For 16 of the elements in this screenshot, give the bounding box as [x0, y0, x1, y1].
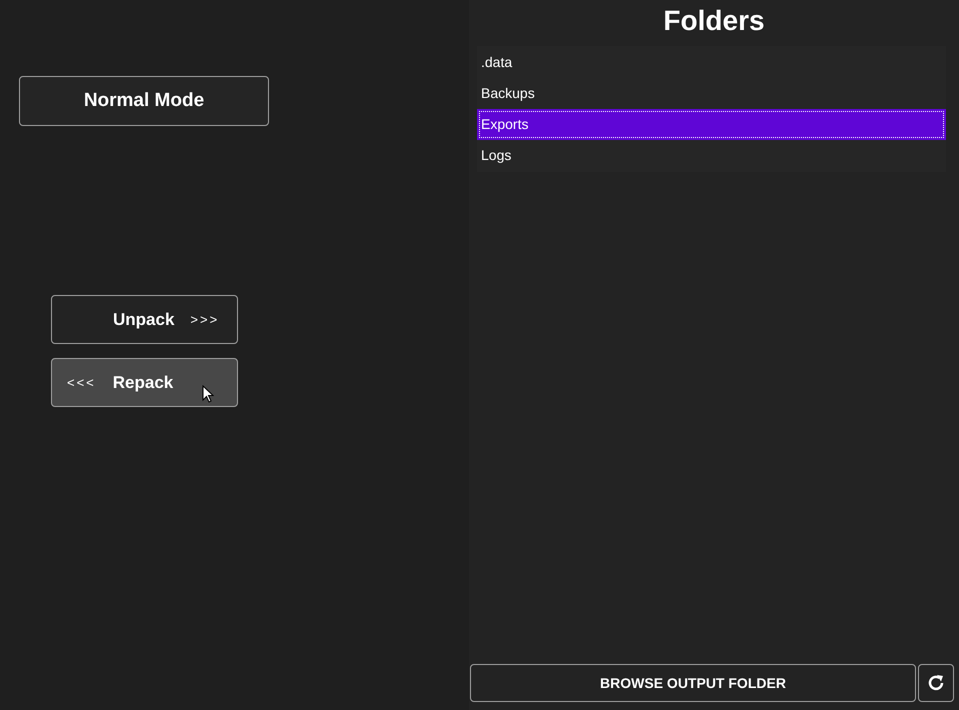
browse-button[interactable]: BROWSE OUTPUT FOLDER	[470, 664, 916, 702]
folder-item[interactable]: .data	[477, 47, 946, 78]
button-label: Unpack	[113, 308, 174, 331]
repack-button[interactable]: <<< Repack	[51, 358, 238, 407]
right-arrows: >>>	[190, 310, 220, 329]
unpack-button[interactable]: Unpack >>>	[51, 295, 238, 344]
folder-item[interactable]: Logs	[477, 140, 946, 171]
panel-title: Folders	[662, 4, 766, 38]
refresh-icon	[926, 673, 946, 693]
refresh-button[interactable]	[918, 664, 954, 702]
folder-item[interactable]: Backups	[477, 78, 946, 109]
cursor-icon	[202, 385, 214, 404]
mode-button[interactable]: Normal Mode	[19, 76, 269, 126]
left-arrows: <<<	[67, 374, 96, 392]
button-label: Repack	[112, 372, 174, 394]
folder-item[interactable]: Exports	[477, 109, 946, 140]
